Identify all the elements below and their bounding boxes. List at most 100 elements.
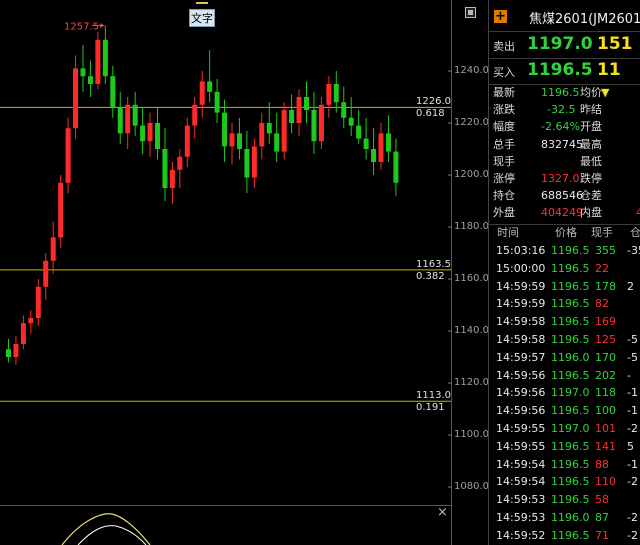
- tick-row[interactable]: 15:03:16 1196.5 355 -35: [489, 242, 640, 260]
- add-icon[interactable]: +: [494, 10, 507, 23]
- tick-volume: 58: [595, 493, 609, 507]
- candle-body: [80, 68, 86, 77]
- stat-label: 涨跌: [493, 103, 515, 117]
- candle-body: [184, 125, 190, 157]
- candle-body: [28, 318, 34, 324]
- contract-title[interactable]: 焦煤2601(JM2601): [529, 8, 640, 27]
- tick-row[interactable]: 14:59:56 1197.0 118 -1: [489, 384, 640, 402]
- candle-body: [274, 133, 280, 152]
- candle-body: [199, 81, 205, 105]
- stat-value: 1327.0: [541, 172, 580, 185]
- tick-oi-change: -2: [627, 422, 638, 435]
- tick-row[interactable]: 14:59:57 1196.0 170 -5: [489, 349, 640, 367]
- candle-body: [73, 68, 79, 129]
- candle-body: [35, 286, 41, 318]
- stat-value: 688546: [541, 189, 583, 203]
- tick-volume: 355: [595, 244, 616, 257]
- tick-price: 1197.0: [551, 422, 590, 435]
- tick-header: 时间 价格 现手 仓: [489, 224, 640, 242]
- candle-body: [155, 123, 160, 149]
- tick-volume: 82: [595, 297, 609, 311]
- tick-row[interactable]: 14:59:56 1196.5 202-: [489, 367, 640, 385]
- tick-row[interactable]: 14:59:58 1196.5 125 -5: [489, 331, 640, 349]
- tick-row[interactable]: 14:59:59 1196.5 82: [489, 295, 640, 313]
- candle-body: [244, 149, 250, 178]
- tick-oi-change: -5: [627, 350, 638, 364]
- tick-volume: 169: [595, 315, 616, 329]
- tick-oi-change: -2: [627, 528, 638, 542]
- tick-time: 14:59:56: [496, 368, 546, 382]
- stat-label-2: 跌停: [580, 172, 602, 185]
- stat-label-2: 开盘: [580, 120, 602, 134]
- text-tool-button[interactable]: 文字: [189, 9, 215, 27]
- candle-body: [117, 107, 123, 134]
- stat-label-2: 最低: [580, 154, 602, 168]
- candle-body: [65, 128, 71, 183]
- candle-body: [13, 344, 19, 357]
- tick-volume: 202: [595, 368, 616, 382]
- tick-volume: 101: [595, 422, 616, 435]
- stat-label-2: 最高: [580, 137, 602, 151]
- candle-body: [95, 39, 101, 84]
- tick-oi-change: -1: [627, 457, 638, 471]
- candle-body: [43, 260, 49, 287]
- candle-body: [393, 151, 399, 183]
- dropdown-arrow-icon: ▼: [601, 86, 610, 99]
- tick-volume: 118: [595, 386, 616, 400]
- tick-row[interactable]: 14:59:53 1196.0 87 -2: [489, 509, 640, 527]
- buy-quote[interactable]: 买入 1196.5 11: [489, 58, 640, 84]
- fib-price-label: 1226.0: [416, 96, 451, 108]
- tick-price: 1196.5: [551, 528, 590, 542]
- tick-row[interactable]: 14:59:55 1196.5 141 5: [489, 438, 640, 456]
- tick-volume: 100: [595, 404, 616, 418]
- tick-price: 1196.0: [551, 350, 590, 364]
- stat-label: 最新: [493, 86, 515, 99]
- tick-time: 14:59:54: [496, 475, 546, 489]
- tick-row[interactable]: 14:59:55 1197.0 101 -2: [489, 420, 640, 438]
- stat-label: 外盘: [493, 206, 515, 220]
- candle-body: [341, 102, 347, 118]
- candle-body: [177, 156, 183, 170]
- candle-body: [147, 123, 153, 142]
- tick-header-time: 时间: [497, 226, 519, 239]
- tick-row[interactable]: 14:59:54 1196.5 88 -1: [489, 456, 640, 474]
- tick-row[interactable]: 14:59:59 1196.5 178 2: [489, 278, 640, 296]
- buy-price: 1196.5: [527, 60, 593, 80]
- tick-row[interactable]: 15:00:00 1196.5 22: [489, 260, 640, 278]
- tick-time: 14:59:52: [496, 528, 546, 542]
- candle-body: [304, 97, 309, 110]
- tick-price: 1196.5: [551, 297, 590, 311]
- tick-oi-change: -5: [627, 333, 638, 346]
- tick-row[interactable]: 14:59:53 1196.5 58: [489, 491, 640, 509]
- close-subchart-icon[interactable]: ×: [437, 506, 448, 520]
- tick-oi-change: -2: [627, 475, 638, 489]
- tick-time: 14:59:56: [496, 386, 546, 400]
- stat-label-2: 均价: [580, 86, 602, 99]
- tick-volume: 178: [595, 279, 616, 293]
- tick-row[interactable]: 14:59:52 1196.5 71 -2: [489, 527, 640, 545]
- stat-value: -32.5: [547, 103, 576, 117]
- candle-body: [87, 76, 93, 84]
- price-tick-label: 1240.0: [454, 65, 489, 76]
- tick-price: 1196.5: [551, 261, 590, 275]
- price-tick-label: 1120.0: [454, 377, 489, 388]
- indicator-line: [61, 513, 151, 545]
- tick-row[interactable]: 14:59:58 1196.5 169: [489, 313, 640, 331]
- candlestick-plot[interactable]: 1257.5: [0, 0, 452, 545]
- candle-body: [385, 133, 391, 152]
- tick-price: 1196.5: [551, 439, 590, 453]
- stat-value: 404249: [541, 206, 583, 220]
- tick-volume: 110: [595, 475, 616, 489]
- kline-chart[interactable]: 1257.5: [0, 0, 452, 545]
- buy-volume: 11: [597, 60, 621, 80]
- candle-body: [110, 76, 116, 108]
- sell-volume: 151: [597, 34, 633, 54]
- tick-row[interactable]: 14:59:54 1196.5 110 -2: [489, 473, 640, 491]
- tick-volume: 71: [595, 528, 609, 542]
- tick-oi-change: -35: [627, 244, 640, 257]
- stat-label: 涨停: [493, 172, 515, 185]
- stat-value: 832745: [541, 137, 583, 151]
- sell-quote[interactable]: 卖出 1197.0 151: [489, 32, 640, 58]
- tick-row[interactable]: 14:59:56 1196.5 100 -1: [489, 402, 640, 420]
- tick-time: 14:59:56: [496, 404, 546, 418]
